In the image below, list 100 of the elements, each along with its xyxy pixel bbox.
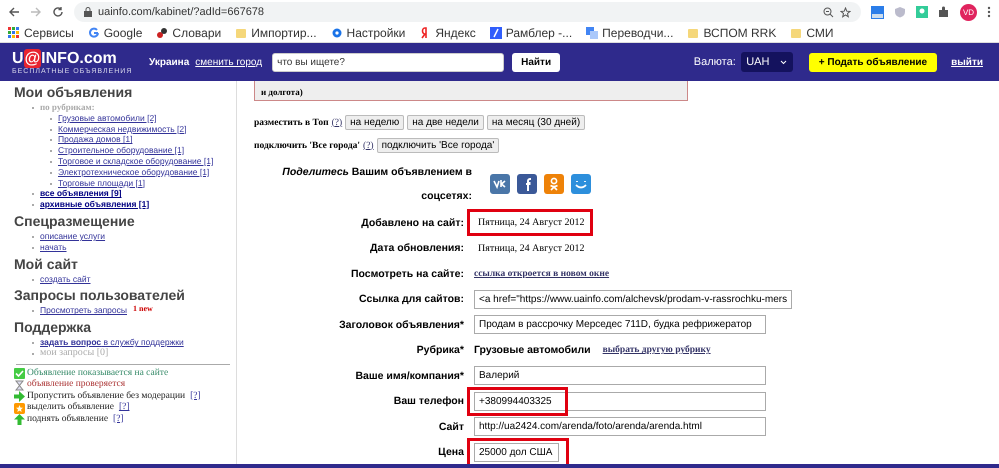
field-label: Ваше имя/компания* [354,368,464,384]
option-button[interactable]: на две недели [407,115,484,130]
open-link[interactable]: ссылка откроется в новом окне [474,268,610,279]
extension-icon[interactable] [871,6,884,18]
help-link[interactable]: (?) [332,118,342,128]
help-link[interactable]: (?) [363,140,374,150]
menu-icon[interactable] [987,6,991,18]
field-label: Цена [437,445,464,460]
region-text: Украина [149,56,190,68]
sidebar-link[interactable]: все объявления [9] [40,188,122,200]
bookmark[interactable]: Импортир... [235,26,317,40]
reload-icon[interactable] [52,6,64,18]
puzzle-icon[interactable] [938,6,950,18]
sidebar-link[interactable]: Торговое и складское оборудование [1] [58,156,214,167]
field-label: Рубрика* [416,343,464,358]
vk-icon[interactable] [490,174,510,194]
input-field[interactable]: Валерий [474,366,766,386]
sidebar-link[interactable]: описание услуги [40,230,106,242]
sidebar-heading: Запросы пользователей [14,286,186,306]
date-text: Пятница, 24 Август 2012 [477,242,586,256]
category-text: Грузовые автомобили [474,344,591,356]
change-city-link[interactable]: сменить город [195,56,262,68]
chain-icon [156,27,168,39]
sidebar-text: по рубрикам: [40,102,95,113]
help-link[interactable]: [?] [118,402,130,414]
input-field[interactable]: Продам в рассрочку Мерседес 711D, будка рефрижератор [474,315,766,334]
legend-text: поднять объявление [27,414,108,426]
bookmark[interactable]: Рамблер -... [490,26,572,40]
sidebar-link[interactable]: создать сайт [40,274,90,284]
bookmark[interactable]: СМИ [790,26,834,40]
field-label: Ссылка для сайтов: [358,292,464,308]
bookmark[interactable]: ВСПОМ RRK [687,26,776,40]
option-button[interactable]: на месяц (30 дней) [486,115,586,130]
gear-icon [330,27,343,39]
sidebar-link[interactable]: Коммерческая недвижимость [2] [58,124,186,134]
search-button[interactable]: Найти [512,52,560,72]
bookmark[interactable]: Google [88,26,142,40]
field-label: Дата обновления: [369,241,464,256]
date-text: Пятница, 24 Август 2012 [477,216,586,230]
bookmark[interactable]: Переводчи... [586,26,674,40]
lock-icon [84,7,92,17]
logout-link[interactable]: выйти [951,56,983,68]
back-icon[interactable] [8,6,20,18]
help-link[interactable]: [?] [113,414,124,426]
sidebar-text: мои запросы [0] [40,348,108,359]
sidebar-link[interactable]: архивные объявления [1] [40,199,150,210]
input-field[interactable]: +380994403325 [474,392,766,411]
zoom-icon[interactable] [823,6,834,18]
sidebar-link[interactable]: Просмотреть запросы [40,305,127,316]
sidebar-heading: Спецразмещение [14,212,136,231]
field-label: Сайт [438,420,464,435]
change-category-link[interactable]: выбрать другую рубрику [602,345,711,356]
arrow-up-icon [14,414,25,425]
sidebar-link[interactable]: Строительное оборудование [1] [58,145,184,156]
smile-icon[interactable] [571,174,591,194]
bookmark[interactable]: Словари [156,26,222,40]
share-label: Поделитесь Вашим объявлением в соцсетях: [281,165,472,204]
option-button[interactable]: на неделю [345,115,404,130]
facebook-icon[interactable] [517,174,537,194]
folder-icon [687,27,700,39]
field-label: Добавлено на сайт: [360,216,464,231]
rambler-icon [490,27,502,39]
ok-icon[interactable] [544,174,564,194]
legend-text: выделить объявление [27,402,114,414]
bookmark[interactable]: Сервисы [8,26,74,40]
sidebar-heading: Поддержка [14,318,92,338]
legend-text: объявление проверяется [27,379,126,391]
help-link[interactable]: [?] [190,390,201,402]
notice-box: и долгота) [254,81,688,101]
sidebar-link[interactable]: Продажа домов [1] [58,134,132,146]
bookmark[interactable]: Яндекс [419,26,476,40]
field-label: Заголовок объявления* [338,318,464,333]
address-bar[interactable]: uainfo.com/kabinet/?adId=667678 [74,2,861,22]
sidebar-link[interactable]: Торговые площади [1] [58,178,145,188]
folder-icon [235,27,248,39]
search-field[interactable]: что вы ищете? [272,52,504,72]
star-icon[interactable] [840,6,851,18]
option-button[interactable]: подключить 'Все города' [376,138,500,153]
google-icon [88,27,100,39]
star-icon [14,402,25,414]
currency-label: Валюта: [694,56,736,68]
input-field[interactable]: http://ua2424.com/arenda/foto/arenda/arenda.html [474,417,766,436]
field-label: Ваш телефон [392,394,464,410]
input-field[interactable]: 25000 дол США [474,442,560,462]
input-field[interactable]: <a href="https://www.uainfo.com/alchevsk/prodam-v-rassrochku-mers [474,290,792,309]
new-count-text: 1 new [133,305,153,314]
profile-avatar[interactable]: VD [960,4,977,20]
site-logo[interactable]: U@INFO.com [12,49,117,68]
sidebar-link[interactable]: Электротехническое оборудование [1] [58,166,210,178]
sidebar-heading: Мои объявления [14,83,134,102]
sidebar-link[interactable]: начать [40,242,67,253]
legend-text: Объявление показывается на сайте [27,368,168,379]
sidebar-link[interactable]: Грузовые автомобили [2] [58,112,157,124]
sidebar-link[interactable]: задать вопрос в службу поддержки [40,337,184,348]
apps-icon [8,27,20,39]
currency-select[interactable]: UAH [740,52,793,72]
option-label: подключить 'Все города' [254,140,360,150]
url-text: uainfo.com/kabinet/?adId=667678 [98,6,264,18]
bookmark[interactable]: Настройки [330,26,406,40]
add-listing-button[interactable]: + Подать объявление [808,52,938,72]
